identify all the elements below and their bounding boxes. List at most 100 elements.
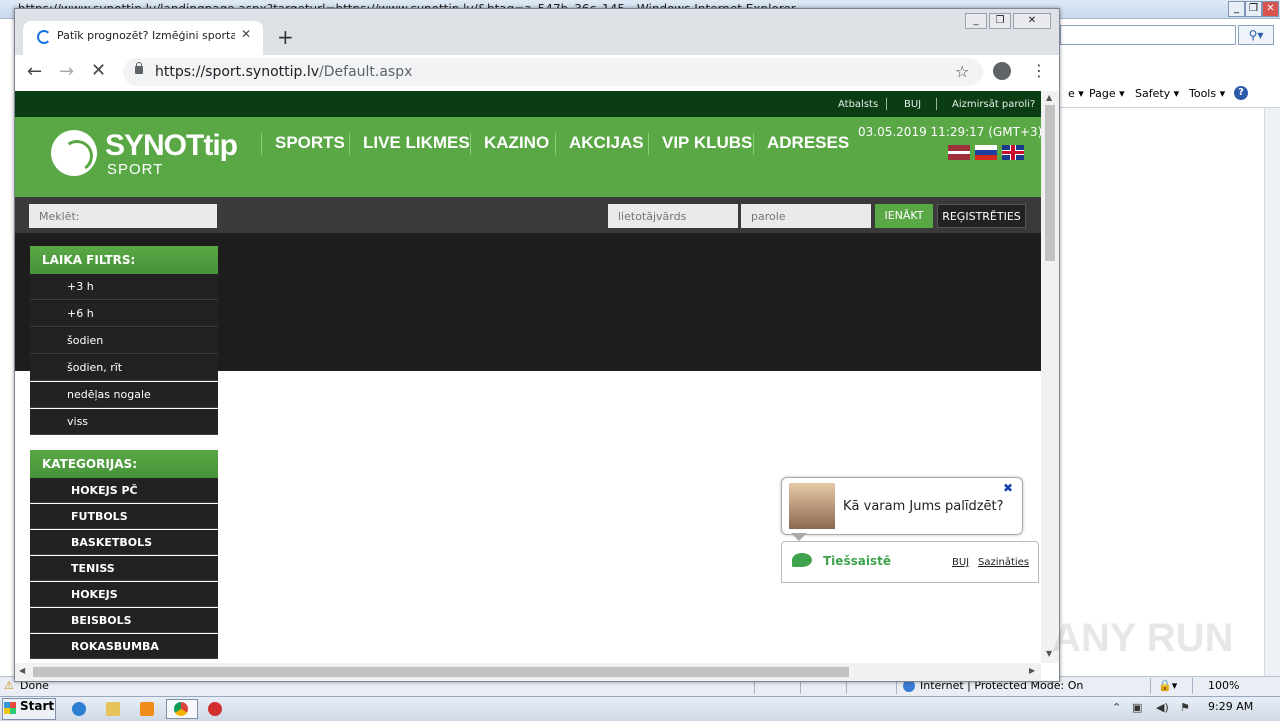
time-filter-item[interactable]: +6 h (30, 301, 218, 327)
logo-subtitle: SPORT (107, 161, 164, 178)
category-item[interactable]: FUTBOLS (30, 504, 218, 529)
category-item[interactable]: BASKETBOLS (30, 530, 218, 555)
chrome-restore-button[interactable]: ❐ (989, 13, 1011, 29)
back-arrow-icon[interactable]: ← (27, 61, 42, 82)
ie-address-field[interactable] (1060, 25, 1236, 45)
time-filter-item[interactable]: šodien (30, 328, 218, 354)
username-input[interactable] (608, 204, 738, 228)
categories-heading: KATEGORIJAS: (30, 450, 218, 478)
status-separator (1192, 678, 1193, 694)
tab-close-icon[interactable]: ✕ (241, 27, 251, 41)
chrome-minimize-button[interactable]: _ (965, 13, 987, 29)
flag-icon[interactable]: ⚑ (1180, 701, 1190, 714)
forgot-password-link[interactable]: Aizmirsāt paroli? (952, 99, 1035, 110)
password-input[interactable] (741, 204, 871, 228)
support-agent-avatar (789, 483, 835, 529)
logo-text[interactable]: SYNOTtip (105, 129, 238, 163)
scroll-right-icon[interactable]: ▶ (1029, 666, 1035, 675)
url-host: https://sport.synottip.lv (155, 64, 320, 80)
network-icon[interactable]: ▣ (1132, 701, 1142, 714)
nav-live-likmes[interactable]: LIVE LIKMES (363, 133, 470, 153)
tray-expand-icon[interactable]: ⌃ (1112, 701, 1121, 714)
taskbar-explorer-button[interactable] (98, 699, 130, 719)
flag-latvia-icon[interactable] (948, 145, 970, 160)
chrome-menu-icon[interactable]: ⋮ (1031, 61, 1047, 80)
ie-restore-button[interactable]: ❐ (1245, 1, 1262, 17)
chat-close-icon[interactable]: ✖ (1003, 481, 1013, 495)
site-top-bar (15, 91, 1041, 117)
category-item[interactable]: HOKEJS (30, 582, 218, 607)
ie-icon (72, 702, 86, 716)
chrome-close-button[interactable]: ✕ (1013, 13, 1051, 29)
time-filter-heading: LAIKA FILTRS: (30, 246, 218, 274)
nav-akcijas[interactable]: AKCIJAS (569, 133, 644, 153)
chat-bubble-icon (792, 553, 812, 567)
ie-zoom-level[interactable]: 100% (1208, 679, 1239, 692)
time-filter-item[interactable]: viss (30, 409, 218, 435)
stop-loading-icon[interactable]: ✕ (91, 60, 106, 81)
profile-avatar-icon[interactable] (993, 62, 1011, 80)
chat-question: Kā varam Jums palīdzēt? (843, 499, 1004, 514)
category-item[interactable]: BEISBOLS (30, 608, 218, 633)
taskbar-ie-button[interactable] (64, 699, 96, 719)
chat-status[interactable]: Tiešsaistē (823, 554, 891, 568)
ie-cmd-overflow[interactable]: e ▾ (1068, 87, 1084, 100)
ie-close-button[interactable]: ✕ (1262, 1, 1279, 17)
server-datetime: 03.05.2019 11:29:17 (GMT+3) (858, 125, 1041, 139)
ie-cmd-safety[interactable]: Safety ▾ (1135, 87, 1179, 100)
horizontal-scroll-thumb[interactable] (33, 667, 849, 677)
start-label: Start (20, 699, 55, 713)
ie-cmd-page[interactable]: Page ▾ (1089, 87, 1125, 100)
register-button[interactable]: REĢISTRĒTIES (937, 204, 1026, 228)
category-item[interactable]: HOKEJS PČ (30, 478, 218, 503)
tab-title: Patīk prognozēt? Izmēģini sporta likmes (57, 29, 235, 42)
lock-settings-icon[interactable]: 🔒▾ (1158, 679, 1177, 692)
taskbar-chrome-button[interactable] (166, 699, 198, 719)
help-icon[interactable]: ? (1234, 86, 1248, 100)
nav-adreses[interactable]: ADRESES (767, 133, 849, 153)
ie-scrollbar[interactable] (1264, 108, 1280, 676)
flag-uk-icon[interactable] (1002, 145, 1024, 160)
time-filter-item[interactable]: +3 h (30, 274, 218, 300)
chat-bubble-pointer (791, 533, 807, 541)
flag-russia-icon[interactable] (975, 145, 997, 160)
nav-vip-klubs[interactable]: VIP KLUBS (662, 133, 752, 153)
vertical-scroll-thumb[interactable] (1045, 105, 1055, 261)
lock-icon[interactable] (135, 66, 143, 74)
nav-separator (470, 133, 471, 155)
ie-divider (1060, 107, 1280, 108)
nav-separator (261, 133, 262, 155)
login-button[interactable]: IENĀKT (875, 204, 933, 228)
url-text[interactable]: https://sport.synottip.lv/Default.aspx (155, 64, 412, 80)
ie-search-icon[interactable]: ⚲▾ (1238, 25, 1274, 45)
time-filter-item[interactable]: šodien, rīt (30, 355, 218, 381)
search-input[interactable] (29, 204, 217, 228)
scroll-up-icon[interactable]: ▲ (1046, 93, 1052, 102)
chrome-window: Patīk prognozēt? Izmēģini sporta likmes … (14, 8, 1060, 682)
scroll-left-icon[interactable]: ◀ (19, 666, 25, 675)
nav-separator (753, 133, 754, 155)
time-filter-item[interactable]: nedēļas nogale (30, 382, 218, 408)
forward-arrow-icon[interactable]: → (59, 61, 74, 82)
nav-separator (555, 133, 556, 155)
taskbar-media-button[interactable] (132, 699, 164, 719)
taskbar-stop-button[interactable] (200, 699, 232, 719)
media-player-icon (140, 702, 154, 716)
stop-icon (208, 702, 222, 716)
chat-faq-link[interactable]: BUJ (952, 557, 969, 568)
nav-kazino[interactable]: KAZINO (484, 133, 549, 153)
category-item[interactable]: TENISS (30, 556, 218, 581)
support-link[interactable]: Atbalsts (838, 99, 878, 110)
nav-sports[interactable]: SPORTS (275, 133, 345, 153)
new-tab-icon[interactable]: + (277, 25, 294, 49)
chat-contact-link[interactable]: Sazināties (978, 557, 1029, 568)
top-link-separator (886, 98, 887, 110)
url-path: /Default.aspx (319, 64, 413, 80)
ie-cmd-tools[interactable]: Tools ▾ (1189, 87, 1225, 100)
ie-minimize-button[interactable]: _ (1228, 1, 1245, 17)
tray-clock[interactable]: 9:29 AM (1208, 700, 1253, 713)
faq-link[interactable]: BUJ (904, 99, 921, 110)
volume-icon[interactable]: ◀) (1156, 701, 1169, 714)
bookmark-star-icon[interactable]: ☆ (955, 62, 969, 81)
category-item[interactable]: ROKASBUMBA (30, 634, 218, 659)
